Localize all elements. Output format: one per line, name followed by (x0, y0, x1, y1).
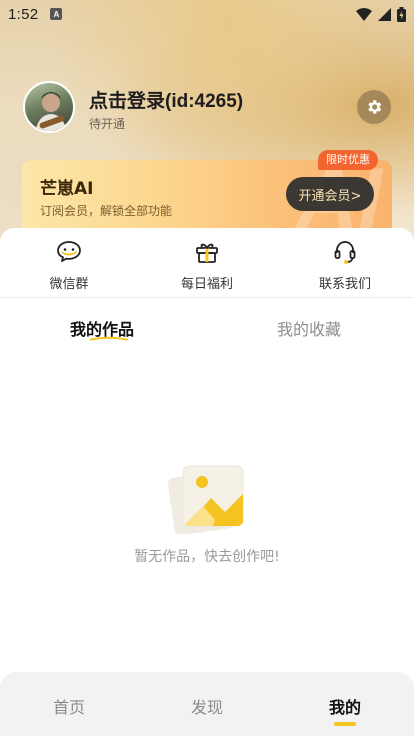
quick-action-daily-bonus[interactable]: 每日福利 (138, 238, 276, 298)
nav-discover[interactable]: 发现 (138, 672, 276, 736)
status-bar: 1:52 A (0, 0, 414, 28)
gear-icon (368, 100, 382, 114)
nav-home[interactable]: 首页 (0, 672, 138, 736)
membership-status: 待开通 (89, 117, 126, 131)
tab-my-favorites[interactable]: 我的收藏 (277, 316, 341, 340)
empty-state-message: 暂无作品，快去创作吧! (134, 549, 280, 565)
divider (0, 297, 414, 298)
quick-action-contact-us[interactable]: 联系我们 (276, 238, 414, 298)
headset-icon (334, 241, 356, 264)
cell-signal-icon (378, 7, 391, 21)
quick-actions: 微信群 每日福利 联系我们 (0, 238, 414, 298)
vip-card[interactable]: AI 芒崽AI 订阅会员，解锁全部功能 开通会员> (22, 160, 392, 238)
quick-action-label: 每日福利 (180, 277, 233, 292)
content-tabs: 我的作品 我的收藏 (0, 316, 414, 346)
subscribe-button[interactable]: 开通会员> (286, 177, 374, 211)
nav-active-indicator (334, 722, 356, 726)
login-prompt[interactable]: 点击登录(id:4265) (89, 86, 243, 113)
notification-icon: A (50, 8, 63, 20)
status-time: 1:52 (8, 5, 39, 23)
nav-home-label: 首页 (52, 698, 85, 717)
wifi-icon (356, 7, 372, 21)
empty-image-icon (168, 465, 244, 534)
nav-mine[interactable]: 我的 (276, 672, 414, 736)
nav-mine-label: 我的 (328, 698, 361, 717)
promo-badge: 限时优惠 (318, 150, 378, 170)
vip-title: 芒崽AI (40, 179, 94, 199)
avatar[interactable] (23, 81, 75, 133)
content-panel: 微信群 每日福利 联系我们 我的作品 我的收藏 暂无作品，快去创作吧! (0, 228, 414, 736)
nav-discover-label: 发现 (190, 698, 223, 717)
wechat-group-icon (57, 241, 81, 262)
vip-description: 订阅会员，解锁全部功能 (40, 204, 173, 218)
settings-button[interactable] (357, 90, 391, 124)
active-tab-underline (90, 336, 128, 341)
bottom-navigation: 首页 发现 我的 (0, 672, 414, 736)
gift-icon (196, 243, 218, 263)
status-icons (356, 6, 406, 22)
quick-action-label: 联系我们 (318, 277, 371, 292)
battery-icon (397, 6, 406, 22)
quick-action-label: 微信群 (49, 277, 89, 292)
quick-action-wechat-group[interactable]: 微信群 (0, 238, 138, 298)
